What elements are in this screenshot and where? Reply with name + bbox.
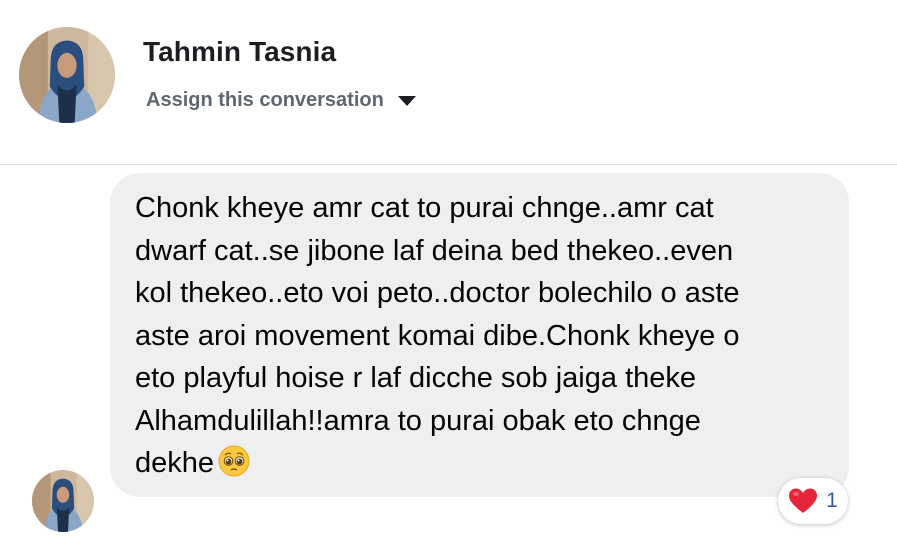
contact-avatar[interactable] xyxy=(19,27,115,123)
message-line: kol thekeo..eto voi peto..doctor bolechi… xyxy=(135,277,740,309)
message-line: dwarf cat..se jibone laf deina bed theke… xyxy=(135,234,734,267)
reaction-count: 1 xyxy=(826,489,838,512)
reaction-badge[interactable]: 1 xyxy=(778,478,848,524)
heart-icon xyxy=(789,488,818,513)
assign-label: Assign this conversation xyxy=(146,88,384,111)
contact-name[interactable]: Tahmin Tasnia xyxy=(143,36,336,68)
header-divider xyxy=(0,164,897,165)
message-line: aste aroi movement komai dibe.Chonk khey… xyxy=(135,319,740,352)
message-line: dekhe xyxy=(135,447,215,479)
assign-conversation-dropdown[interactable]: Assign this conversation xyxy=(146,86,416,114)
message-bubble[interactable]: Chonk kheye amr cat to purai chnge..amr … xyxy=(110,173,849,497)
avatar-photo xyxy=(32,470,94,532)
avatar-photo xyxy=(19,27,115,123)
pleading-face-icon xyxy=(218,445,250,477)
message-line: eto playful hoise r laf dicche sob jaiga… xyxy=(135,362,697,394)
message-text: Chonk kheye amr cat to purai chnge..amr … xyxy=(135,187,833,485)
message-line: Chonk kheye amr cat to purai chnge..amr … xyxy=(135,192,714,224)
sender-avatar[interactable] xyxy=(32,470,94,532)
chevron-down-icon[interactable] xyxy=(397,96,416,106)
message-line: Alhamdulillah!!amra to purai obak eto ch… xyxy=(135,404,701,437)
